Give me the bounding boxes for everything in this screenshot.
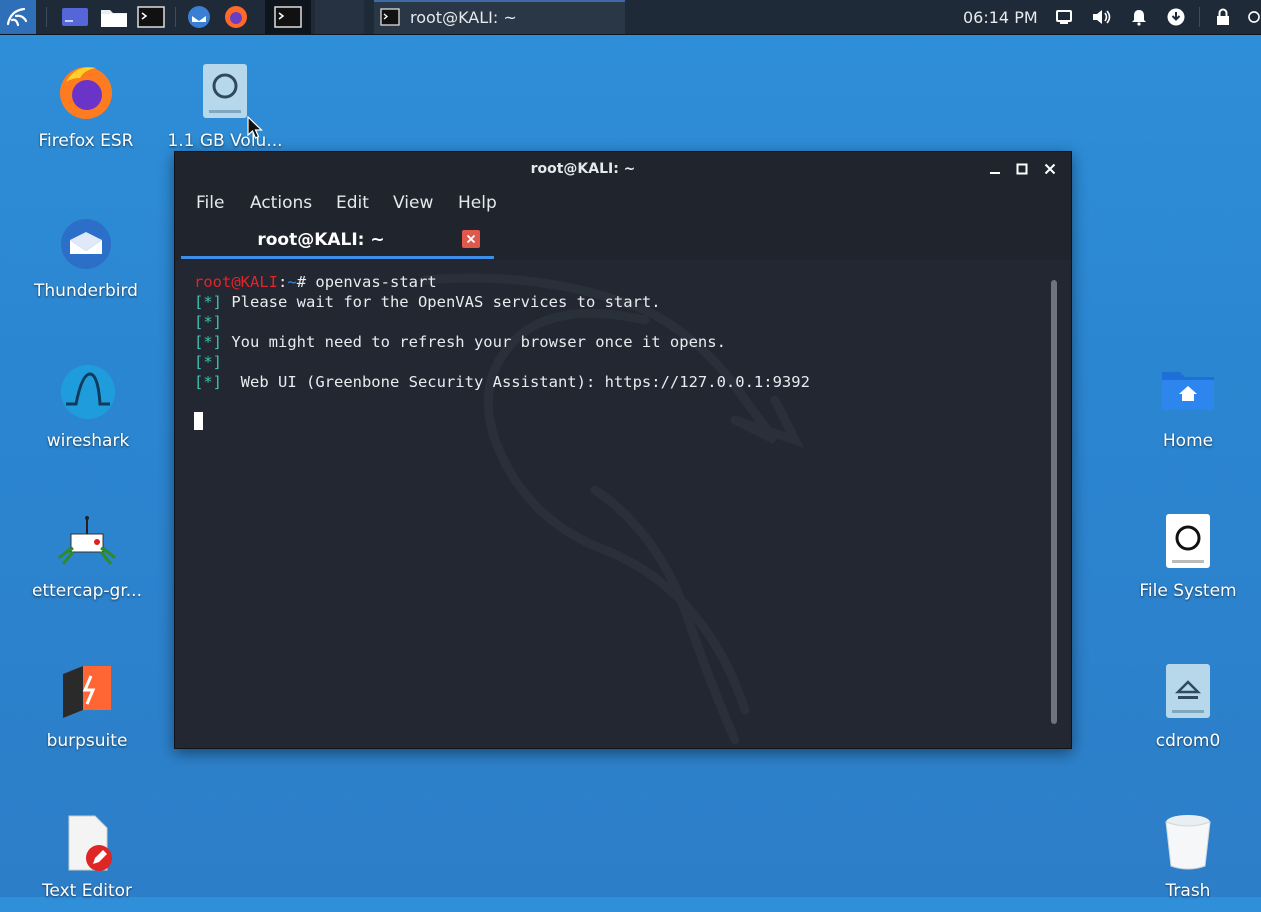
minimize-button[interactable]: [984, 158, 1006, 180]
desktop-icon-label: Firefox ESR: [38, 131, 134, 151]
desktop-icon-text-editor[interactable]: Text Editor: [22, 812, 152, 912]
clock[interactable]: 06:14 PM: [963, 0, 1038, 34]
prompt-line: root@KALI:~# openvas-start: [194, 272, 437, 292]
workspace-switcher-icon[interactable]: [58, 0, 92, 34]
scrollbar[interactable]: [1051, 280, 1057, 724]
desktop-icon-wireshark[interactable]: wireshark: [23, 362, 153, 462]
taskbar-active-indicator: [374, 0, 625, 2]
window-titlebar[interactable]: root@KALI: ~: [175, 152, 1071, 186]
desktop-icon-label: wireshark: [46, 431, 130, 451]
desktop-icon-cdrom[interactable]: cdrom0: [1123, 662, 1253, 762]
panel-separator: [1199, 7, 1200, 27]
home-folder-icon: [1123, 362, 1253, 414]
menu-actions[interactable]: Actions: [250, 186, 312, 220]
desktop-icon-label: Thunderbird: [34, 281, 138, 301]
output-text: Web UI (Greenbone Security Assistant): h…: [222, 373, 810, 391]
panel-separator: [46, 7, 47, 27]
menu-help[interactable]: Help: [458, 186, 497, 220]
taskbar-terminal-button[interactable]: root@KALI: ~: [374, 0, 625, 34]
output-line: [*]: [194, 312, 222, 332]
desktop-icon-trash[interactable]: Trash: [1123, 812, 1253, 912]
terminal-icon: [380, 8, 400, 26]
output-line: [*] Web UI (Greenbone Security Assistant…: [194, 372, 810, 392]
text-editor-icon: [22, 812, 152, 874]
output-line: [*]: [194, 352, 222, 372]
desktop-icon-label: burpsuite: [46, 731, 128, 751]
desktop-icon-file-system[interactable]: File System: [1123, 512, 1253, 612]
command-text: openvas-start: [315, 273, 437, 291]
close-button[interactable]: [1039, 158, 1061, 180]
updates-icon[interactable]: [1164, 0, 1188, 34]
prompt-path: ~: [287, 273, 297, 291]
power-icon[interactable]: [1247, 0, 1261, 34]
maximize-button[interactable]: [1011, 158, 1033, 180]
desktop-icon-thunderbird[interactable]: Thunderbird: [21, 212, 151, 312]
window-title: root@KALI: ~: [530, 161, 636, 177]
terminal-launcher-icon[interactable]: [135, 0, 167, 34]
status-marker: [*]: [194, 313, 222, 331]
trash-icon: [1123, 812, 1253, 872]
tab-bar: root@KALI: ~: [175, 224, 1071, 260]
top-panel: root@KALI: ~ 06:14 PM: [0, 0, 1261, 35]
desktop-icon-label: 1.1 GB Volu...: [167, 131, 283, 151]
workspace-button[interactable]: [315, 0, 364, 34]
status-marker: [*]: [194, 373, 222, 391]
status-marker: [*]: [194, 353, 222, 371]
menu-edit[interactable]: Edit: [336, 186, 369, 220]
volume-icon[interactable]: [1089, 0, 1113, 34]
file-system-drive-icon: [1123, 512, 1253, 570]
desktop-icon-burpsuite[interactable]: burpsuite: [22, 662, 152, 762]
lock-icon[interactable]: [1211, 0, 1235, 34]
desktop-icon-label: File System: [1139, 581, 1237, 601]
terminal-output[interactable]: root@KALI:~# openvas-start [*] Please wa…: [175, 260, 1071, 748]
desktop-icon-label: Home: [1162, 431, 1214, 451]
taskbar-label: root@KALI: ~: [410, 7, 517, 27]
text-cursor: [194, 412, 203, 430]
kali-menu-icon[interactable]: [0, 0, 36, 34]
display-icon[interactable]: [1052, 0, 1076, 34]
thunderbird-launcher-icon[interactable]: [183, 0, 215, 34]
output-text: You might need to refresh your browser o…: [222, 333, 726, 351]
tab-close-icon[interactable]: [462, 230, 480, 248]
desktop-icon-volume[interactable]: 1.1 GB Volu...: [160, 62, 290, 162]
output-text: Please wait for the OpenVAS services to …: [222, 293, 661, 311]
status-marker: [*]: [194, 333, 222, 351]
prompt-symbol: #: [296, 273, 316, 291]
panel-separator: [175, 7, 176, 27]
prompt-separator: :: [278, 273, 288, 291]
menu-view[interactable]: View: [393, 186, 433, 220]
menu-bar: File Actions Edit View Help: [175, 186, 1071, 220]
desktop-icon-label: Text Editor: [41, 881, 133, 901]
output-line: [*] You might need to refresh your brows…: [194, 332, 726, 352]
burpsuite-icon: [22, 662, 152, 722]
drive-icon: [160, 62, 290, 120]
prompt-user: root@KALI: [194, 273, 278, 291]
wireshark-icon: [23, 362, 153, 422]
terminal-tab[interactable]: root@KALI: ~: [181, 224, 494, 260]
terminal-launcher-active-icon[interactable]: [265, 0, 311, 34]
desktop-icon-ettercap[interactable]: ettercap-gr...: [22, 512, 152, 612]
firefox-launcher-icon[interactable]: [220, 0, 252, 34]
tab-active-indicator: [181, 256, 494, 259]
desktop-icon-label: ettercap-gr...: [32, 581, 142, 601]
desktop-icon-label: Trash: [1165, 881, 1211, 901]
desktop-icon-home[interactable]: Home: [1123, 362, 1253, 462]
eject-drive-icon: [1123, 662, 1253, 720]
terminal-window: root@KALI: ~ File Actions Edit View Help…: [174, 151, 1072, 749]
file-manager-icon[interactable]: [98, 0, 130, 34]
desktop-icon-label: cdrom0: [1155, 731, 1221, 751]
firefox-icon: [21, 62, 151, 122]
status-marker: [*]: [194, 293, 222, 311]
tab-label: root@KALI: ~: [257, 230, 385, 250]
mouse-pointer-icon: [247, 116, 263, 139]
ettercap-icon: [22, 512, 152, 572]
output-line: [*] Please wait for the OpenVAS services…: [194, 292, 661, 312]
desktop-icon-firefox[interactable]: Firefox ESR: [21, 62, 151, 162]
thunderbird-icon: [21, 212, 151, 272]
menu-file[interactable]: File: [196, 186, 224, 220]
notifications-bell-icon[interactable]: [1127, 0, 1151, 34]
